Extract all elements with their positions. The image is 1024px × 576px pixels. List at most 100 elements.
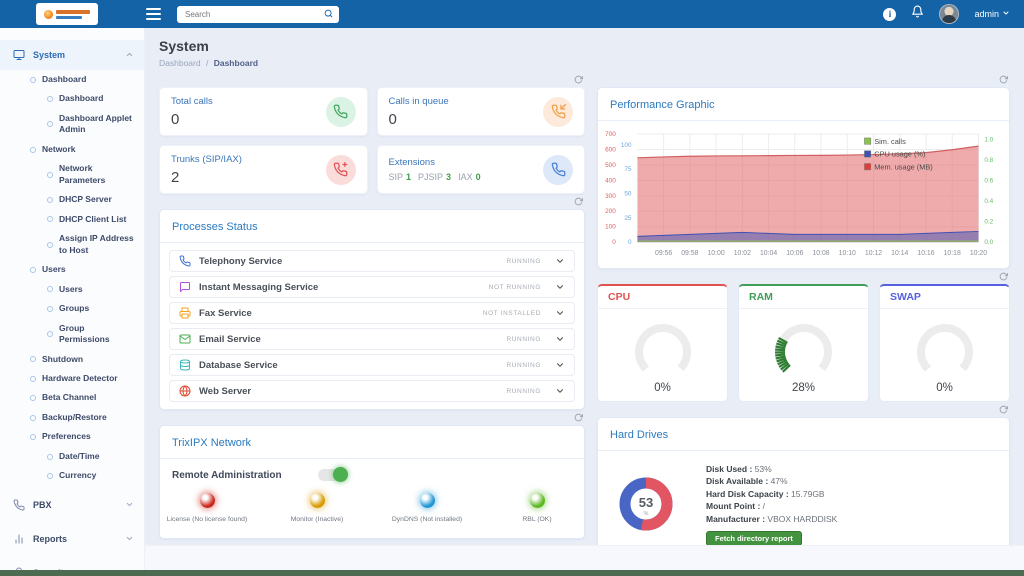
bullet-icon — [47, 197, 53, 204]
process-expand-button[interactable] — [555, 334, 565, 344]
logo-wordmark — [56, 9, 90, 19]
detail-label: Disk Used : — [706, 463, 753, 474]
gauge-value: 28% — [791, 382, 816, 394]
refresh-icon[interactable] — [999, 405, 1008, 414]
phone-glyph — [551, 162, 565, 177]
chevron-down-icon — [556, 337, 564, 341]
sidebar-item-dhcp-client-list[interactable]: DHCP Client List — [0, 210, 144, 229]
brand-logo[interactable] — [36, 3, 98, 25]
chart-icon — [15, 534, 23, 544]
menu-toggle-icon[interactable] — [146, 8, 161, 20]
search-icon[interactable] — [324, 5, 333, 23]
sidebar-item-groups[interactable]: Groups — [0, 299, 144, 318]
stat-value: 0 — [171, 110, 180, 128]
svg-text:10:20: 10:20 — [970, 250, 987, 257]
sidebar-item-beta-channel[interactable]: Beta Channel — [0, 388, 144, 407]
bullet-icon — [47, 305, 53, 312]
sidebar-item-shutdown[interactable]: Shutdown — [0, 350, 144, 369]
disk-detail-mount-point: Mount Point : / — [706, 501, 837, 511]
sidebar-item-network[interactable]: Network — [0, 140, 144, 159]
phone-icon — [13, 499, 25, 511]
svg-text:25: 25 — [624, 215, 632, 222]
sidebar-item-label: Date/Time — [59, 450, 100, 461]
process-name: Email Service — [199, 333, 261, 345]
user-menu[interactable]: admin — [974, 9, 1010, 19]
bullet-icon — [47, 216, 53, 223]
notifications-bell-icon[interactable] — [911, 5, 924, 23]
detail-label: Disk Available : — [706, 476, 769, 486]
sidebar-item-pbx[interactable]: PBX — [0, 490, 144, 520]
process-row-instant-messaging-service: Instant Messaging Service NOT RUNNING — [169, 276, 575, 298]
disk-detail-manufacturer: Manufacturer : VBOX HARDDISK — [706, 514, 837, 524]
breadcrumb-item[interactable]: Dashboard — [159, 58, 201, 68]
sidebar-item-reports[interactable]: Reports — [0, 524, 144, 554]
sidebar-item-users[interactable]: Users — [0, 280, 144, 299]
refresh-icon[interactable] — [574, 197, 583, 206]
svg-text:700: 700 — [605, 131, 616, 138]
sidebar-item-assign-ip-address-to-host[interactable]: Assign IP Address to Host — [0, 229, 144, 260]
process-expand-button[interactable] — [555, 308, 565, 318]
remote-admin-toggle[interactable] — [317, 467, 348, 482]
stat-card-calls-in-queue: Calls in queue 0 — [376, 87, 585, 136]
sidebar-item-label: System — [33, 50, 66, 60]
refresh-icon[interactable] — [574, 75, 583, 84]
sidebar-item-preferences[interactable]: Preferences — [0, 427, 144, 446]
svg-text:500: 500 — [605, 162, 616, 169]
refresh-icon[interactable] — [574, 413, 583, 422]
process-expand-button[interactable] — [555, 386, 565, 396]
svg-text:400: 400 — [605, 177, 616, 184]
process-expand-button[interactable] — [555, 360, 565, 370]
sidebar-item-date-time[interactable]: Date/Time — [0, 447, 144, 466]
sidebar-item-dashboard-applet-admin[interactable]: Dashboard Applet Admin — [0, 109, 144, 140]
stat-card-trunks-sip-iax: Trunks (SIP/IAX) 2 — [159, 145, 368, 194]
gauge-arc — [916, 324, 973, 372]
svg-text:10:14: 10:14 — [891, 250, 908, 257]
sidebar-item-dashboard[interactable]: Dashboard — [0, 89, 144, 108]
refresh-icon[interactable] — [999, 272, 1008, 281]
extensions-counts: SIP 1 PJSIP 3 IAX 0 — [389, 172, 544, 182]
bullet-icon — [30, 146, 36, 153]
sidebar-item-security[interactable]: Security — [0, 558, 144, 570]
process-expand-button[interactable] — [555, 256, 565, 266]
process-name: Instant Messaging Service — [199, 281, 319, 293]
process-status: RUNNING — [506, 335, 541, 343]
sidebar-item-system[interactable]: System — [0, 40, 144, 70]
sidebar-item-label: Hardware Detector — [42, 372, 118, 383]
sidebar-item-users[interactable]: Users — [0, 260, 144, 279]
process-name: Web Server — [199, 385, 252, 397]
detail-value: VBOX HARDDISK — [767, 513, 838, 524]
sidebar-item-network-parameters[interactable]: Network Parameters — [0, 159, 144, 190]
stat-title: Total calls — [171, 95, 213, 107]
svg-text:53: 53 — [639, 495, 653, 510]
chevron-down-icon — [126, 502, 133, 506]
svg-text:1.0: 1.0 — [984, 136, 993, 143]
fetch-directory-report-button[interactable]: Fetch directory report — [706, 531, 802, 546]
info-icon[interactable]: i — [883, 7, 897, 21]
ext-label: PJSIP — [418, 172, 444, 182]
sidebar-item-dashboard[interactable]: Dashboard — [0, 70, 144, 89]
bottom-bar — [0, 570, 1024, 576]
bullet-icon — [30, 434, 36, 441]
detail-value: 53% — [754, 463, 772, 474]
refresh-icon[interactable] — [999, 75, 1008, 84]
sidebar-item-backup-restore[interactable]: Backup/Restore — [0, 408, 144, 427]
avatar[interactable] — [939, 4, 960, 24]
search-input[interactable] — [183, 8, 324, 20]
ext-value: 0 — [475, 172, 481, 182]
sidebar-item-hardware-detector[interactable]: Hardware Detector — [0, 369, 144, 388]
sidebar-item-group-permissions[interactable]: Group Permissions — [0, 319, 144, 350]
footer — [145, 545, 1024, 570]
sidebar-item-dhcp-server[interactable]: DHCP Server — [0, 190, 144, 209]
chevron-down-icon — [556, 311, 564, 315]
phone-icon — [543, 154, 573, 185]
sidebar-item-label: Reports — [33, 533, 68, 544]
status-light-label: RBL (OK) — [522, 516, 552, 523]
sidebar-item-currency[interactable]: Currency — [0, 466, 144, 485]
stat-title: Extensions — [388, 157, 435, 168]
process-status: NOT RUNNING — [488, 283, 541, 291]
phonein-icon — [543, 96, 573, 127]
svg-text:10:10: 10:10 — [839, 250, 856, 257]
svg-text:09:56: 09:56 — [655, 250, 672, 257]
process-expand-button[interactable] — [555, 282, 565, 292]
ext-label: SIP — [388, 172, 404, 182]
